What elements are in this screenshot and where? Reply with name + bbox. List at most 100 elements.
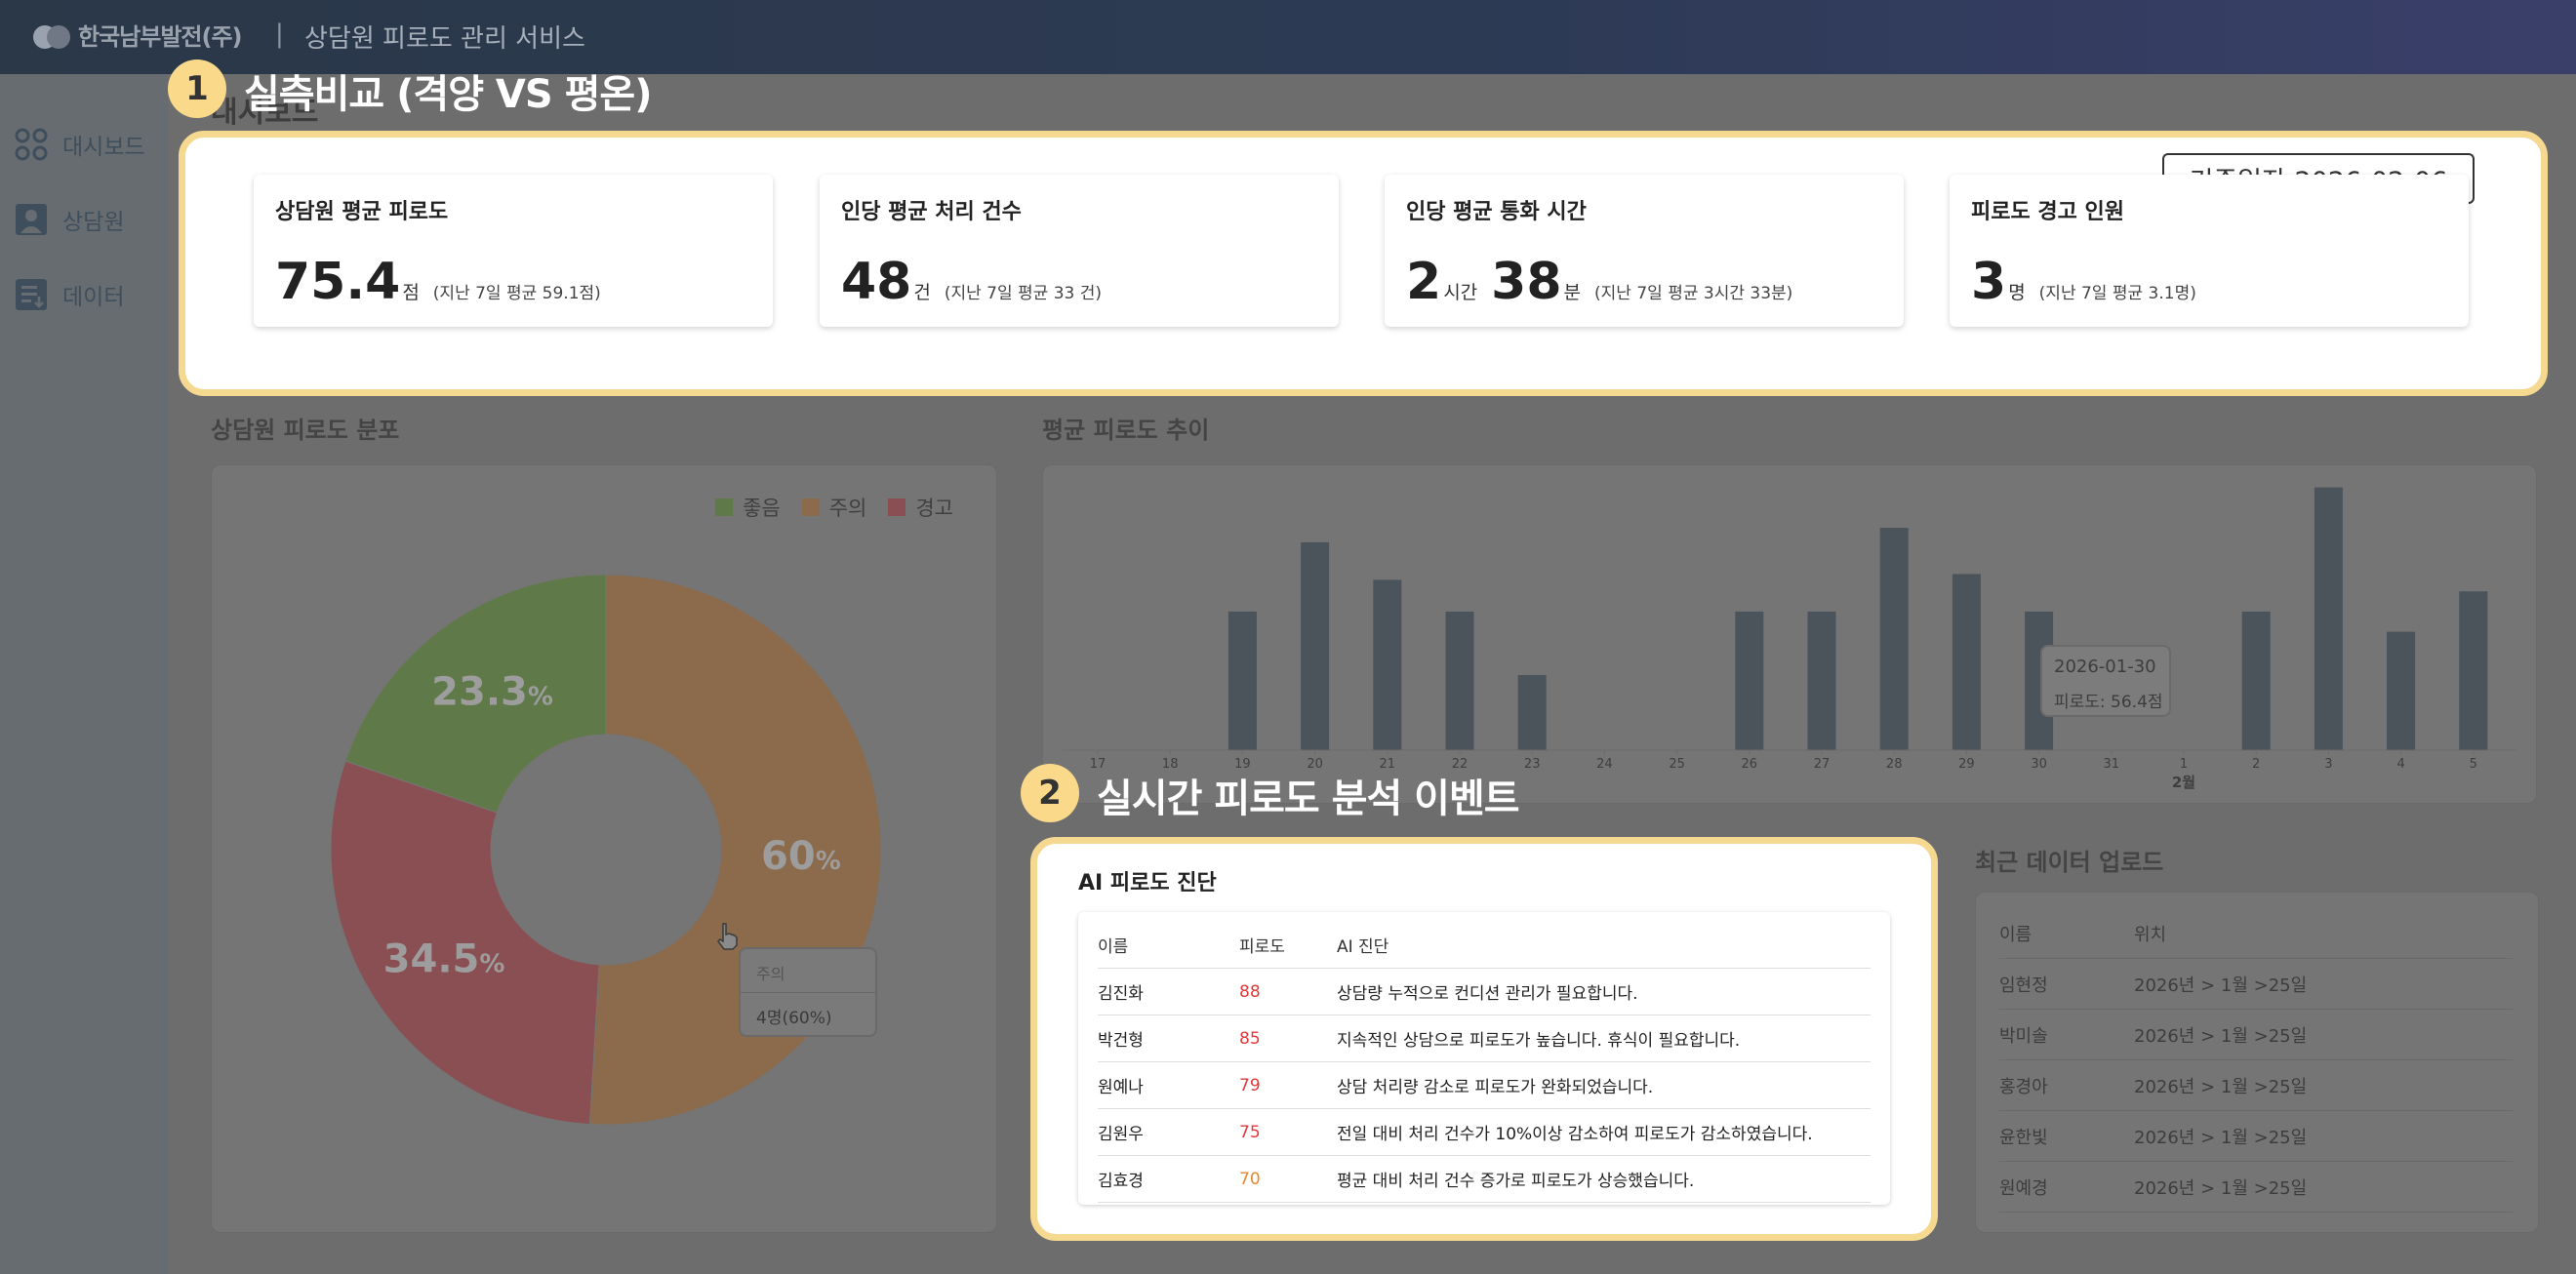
sidebar-item-agents[interactable]: 상담원 <box>14 200 124 239</box>
kpi-title: 피로도 경고 인원 <box>1971 200 2124 224</box>
distribution-card: 좋음 주의 경고 60% 34.5% 23.3% 주의 4명(60%) <box>211 464 997 1233</box>
sidebar-item-data[interactable]: 데이터 <box>14 275 124 314</box>
table-row[interactable]: 홍경아 2026년 > 1월 >25일 <box>1999 1059 2513 1111</box>
kpi-note: (지난 7일 평균 3시간 33분) <box>1594 284 1793 303</box>
x-tick-label: 29 <box>1958 757 1975 772</box>
hand-cursor-icon <box>717 923 738 950</box>
callout-label-1: 실측비교 (격양 VS 평온) <box>244 72 653 117</box>
app-title: 상담원 피로도 관리 서비스 <box>304 24 585 54</box>
table-row[interactable]: 김원우 75 전일 대비 처리 건수가 10%이상 감소하여 피로도가 감소하였… <box>1098 1108 1871 1156</box>
cell-name: 원예경 <box>1999 1161 2134 1213</box>
kpi-card-avg-fatigue: 상담원 평균 피로도 75.4 점 (지난 7일 평균 59.1점) <box>254 175 773 327</box>
cell-diagnosis: 전일 대비 처리 건수가 10%이상 감소하여 피로도가 감소하였습니다. <box>1337 1108 1871 1156</box>
bar-19[interactable] <box>1228 611 1257 750</box>
col-header-score: 피로도 <box>1239 922 1337 969</box>
x-tick-label: 26 <box>1742 757 1758 772</box>
sidebar-item-label: 상담원 <box>62 210 125 235</box>
x-tick-label: 25 <box>1669 757 1685 772</box>
kpi-value-minutes: 38 <box>1491 253 1562 311</box>
sidebar-item-dashboard[interactable]: 대시보드 <box>14 125 145 164</box>
bar-20[interactable] <box>1301 541 1330 750</box>
cell-name: 김원우 <box>1098 1108 1239 1156</box>
bar-28[interactable] <box>1879 528 1909 750</box>
col-header-location: 위치 <box>2134 908 2513 959</box>
kpi-note: (지난 7일 평균 3.1명) <box>2038 284 2196 303</box>
cell-diagnosis: 평균 대비 처리 건수 증가로 피로도가 상승했습니다. <box>1337 1155 1871 1203</box>
table-row[interactable]: 임현정 2026년 > 1월 >25일 <box>1999 958 2513 1010</box>
kpi-unit-hours: 시간 <box>1443 282 1478 303</box>
cell-location: 2026년 > 1월 >25일 <box>2134 1009 2513 1060</box>
table-row[interactable]: 박미솔 2026년 > 1월 >25일 <box>1999 1009 2513 1060</box>
x-tick-label: 23 <box>1524 757 1541 772</box>
cell-name: 임현정 <box>1999 958 2134 1010</box>
bar-tooltip-date: 2026-01-30 <box>2054 657 2156 677</box>
sidebar-item-label: 대시보드 <box>62 135 145 160</box>
cell-name: 홍경아 <box>1999 1059 2134 1111</box>
table-row[interactable]: 원예경 2026년 > 1월 >25일 <box>1999 1161 2513 1213</box>
bar-4[interactable] <box>2387 631 2416 750</box>
x-tick-label: 28 <box>1886 757 1903 772</box>
x-tick-label: 3 <box>2324 757 2332 772</box>
kpi-unit: 점 <box>402 282 420 303</box>
x-tick-label: 5 <box>2470 757 2477 772</box>
table-row[interactable]: 김진화 88 상담량 누적으로 컨디션 관리가 필요합니다. <box>1098 968 1871 1015</box>
table-header-row: 이름 피로도 AI 진단 <box>1098 922 1871 969</box>
kpi-note: (지난 7일 평균 59.1점) <box>432 284 601 303</box>
bar-26[interactable] <box>1735 611 1764 750</box>
sidebar <box>0 74 168 1274</box>
ai-diagnosis-panel: AI 피로도 진단 이름 피로도 AI 진단 김진화 88 상담량 누적으로 컨… <box>1030 837 1938 1241</box>
cell-location: 2026년 > 1월 >25일 <box>2134 958 2513 1010</box>
trend-card: 17 18 19 20 21 22 23 24 25 26 27 28 29 30 31 1 2월 2 3 4 5 20… <box>1042 464 2537 804</box>
cell-location: 2026년 > 1월 >25일 <box>2134 1110 2513 1162</box>
bar-3[interactable] <box>2314 487 2343 750</box>
sidebar-item-label: 데이터 <box>62 285 125 310</box>
bar-5[interactable] <box>2459 591 2488 750</box>
col-header-name: 이름 <box>1999 908 2134 959</box>
trend-title: 평균 피로도 추이 <box>1042 417 1210 444</box>
cell-diagnosis: 상담량 누적으로 컨디션 관리가 필요합니다. <box>1337 968 1871 1015</box>
table-row[interactable]: 박건형 85 지속적인 상담으로 피로도가 높습니다. 휴식이 필요합니다. <box>1098 1015 1871 1062</box>
cell-score: 70 <box>1239 1155 1337 1203</box>
kpi-value: 75.4 <box>275 253 401 311</box>
table-header-row: 이름 위치 <box>1999 908 2513 959</box>
kpi-card-avg-call-time: 인당 평균 통화 시간 2 시간 38 분 (지난 7일 평균 3시간 33분) <box>1385 175 1904 327</box>
company-logo-text: 한국남부발전(주) <box>78 23 242 51</box>
cell-location: 2026년 > 1월 >25일 <box>2134 1059 2513 1111</box>
cell-location: 2026년 > 1월 >25일 <box>2134 1161 2513 1213</box>
bar-23[interactable] <box>1517 675 1547 750</box>
table-row[interactable]: 김효경 70 평균 대비 처리 건수 증가로 피로도가 상승했습니다. <box>1098 1155 1871 1203</box>
kpi-card-avg-cases: 인당 평균 처리 건수 48 건 (지난 7일 평균 33 건) <box>820 175 1339 327</box>
x-tick-label: 27 <box>1814 757 1831 772</box>
pie-tooltip-label: 주의 <box>756 965 785 983</box>
bar-21[interactable] <box>1373 579 1402 750</box>
x-tick-label: 2 <box>2252 757 2260 772</box>
ai-diagnosis-title: AI 피로도 진단 <box>1078 871 1217 896</box>
bar-29[interactable] <box>1952 574 1981 750</box>
table-row[interactable]: 원예나 79 상담 처리량 감소로 피로도가 완화되었습니다. <box>1098 1061 1871 1109</box>
x-month-label: 2월 <box>2172 774 2195 791</box>
bar-tooltip-value: 피로도: 56.4점 <box>2054 693 2163 712</box>
cell-name: 박건형 <box>1098 1015 1239 1062</box>
person-icon <box>16 204 47 235</box>
donut-chart: 60%34.5%23.3% <box>330 574 882 1126</box>
callout-badge-2: 2 <box>1021 764 1079 822</box>
cell-diagnosis: 지속적인 상담으로 피로도가 높습니다. 휴식이 필요합니다. <box>1337 1015 1871 1062</box>
bar-27[interactable] <box>1807 611 1836 750</box>
cell-name: 김진화 <box>1098 968 1239 1015</box>
bar-2[interactable] <box>2241 611 2271 750</box>
ai-diagnosis-table: 이름 피로도 AI 진단 김진화 88 상담량 누적으로 컨디션 관리가 필요합… <box>1098 922 1871 1203</box>
ai-diagnosis-table-card: 이름 피로도 AI 진단 김진화 88 상담량 누적으로 컨디션 관리가 필요합… <box>1078 912 1890 1205</box>
kpi-card-warning-count: 피로도 경고 인원 3 명 (지난 7일 평균 3.1명) <box>1950 175 2469 327</box>
kpi-unit-minutes: 분 <box>1563 282 1582 303</box>
kpi-value-hours: 2 <box>1406 253 1442 311</box>
x-tick-label: 30 <box>2031 757 2047 772</box>
table-row[interactable]: 윤한빛 2026년 > 1월 >25일 <box>1999 1110 2513 1162</box>
header-separator: | <box>275 20 284 49</box>
summary-panel: 기준일자 2026-02-06 상담원 평균 피로도 75.4 점 (지난 7일… <box>179 131 2548 396</box>
x-tick-label: 1 <box>2180 757 2188 772</box>
cell-name: 윤한빛 <box>1999 1110 2134 1162</box>
kpi-title: 인당 평균 처리 건수 <box>841 200 1022 224</box>
bar-22[interactable] <box>1445 611 1474 750</box>
pie-tooltip: 주의 4명(60%) <box>739 947 877 1037</box>
cell-score: 75 <box>1239 1108 1337 1156</box>
